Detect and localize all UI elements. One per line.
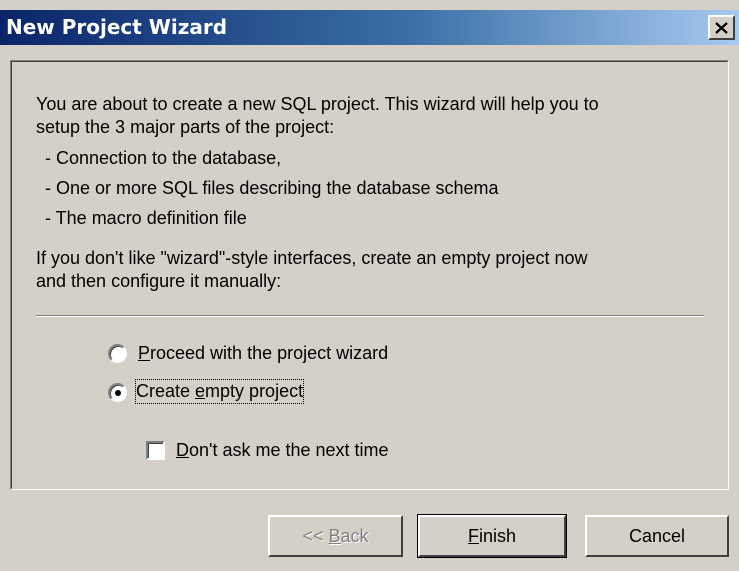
list-item: - Connection to the database, [45, 148, 282, 168]
proceed-radio-label[interactable]: Proceed with the project wizard [138, 342, 388, 365]
close-button[interactable] [708, 15, 735, 40]
create-empty-project-radio-label[interactable]: Create empty project [134, 379, 305, 404]
finish-button[interactable]: Finish [417, 514, 567, 558]
outro-text-line-2: and then configure it manually: [36, 271, 282, 291]
intro-text-line-2: setup the 3 major parts of the project: [36, 117, 335, 137]
dont-ask-checkbox-label[interactable]: Don't ask me the next time [176, 439, 389, 462]
back-button[interactable]: << Back [268, 515, 403, 557]
title-bar[interactable]: New Project Wizard [0, 10, 739, 45]
dont-ask-checkbox[interactable] [146, 441, 165, 460]
cancel-button[interactable]: Cancel [585, 515, 729, 557]
window-title: New Project Wizard [6, 15, 228, 39]
list-item: - One or more SQL files describing the d… [45, 178, 499, 198]
create-empty-project-radio[interactable] [108, 383, 127, 402]
separator [36, 315, 704, 317]
new-project-wizard-dialog: New Project Wizard You are about to crea… [0, 0, 739, 571]
proceed-radio[interactable] [108, 344, 127, 363]
radio-selected-dot [115, 390, 121, 396]
close-icon [715, 21, 728, 34]
list-item: - The macro definition file [45, 208, 247, 228]
outro-text-line-1: If you don't like "wizard"-style interfa… [36, 248, 588, 268]
intro-text-line-1: You are about to create a new SQL projec… [36, 94, 599, 114]
